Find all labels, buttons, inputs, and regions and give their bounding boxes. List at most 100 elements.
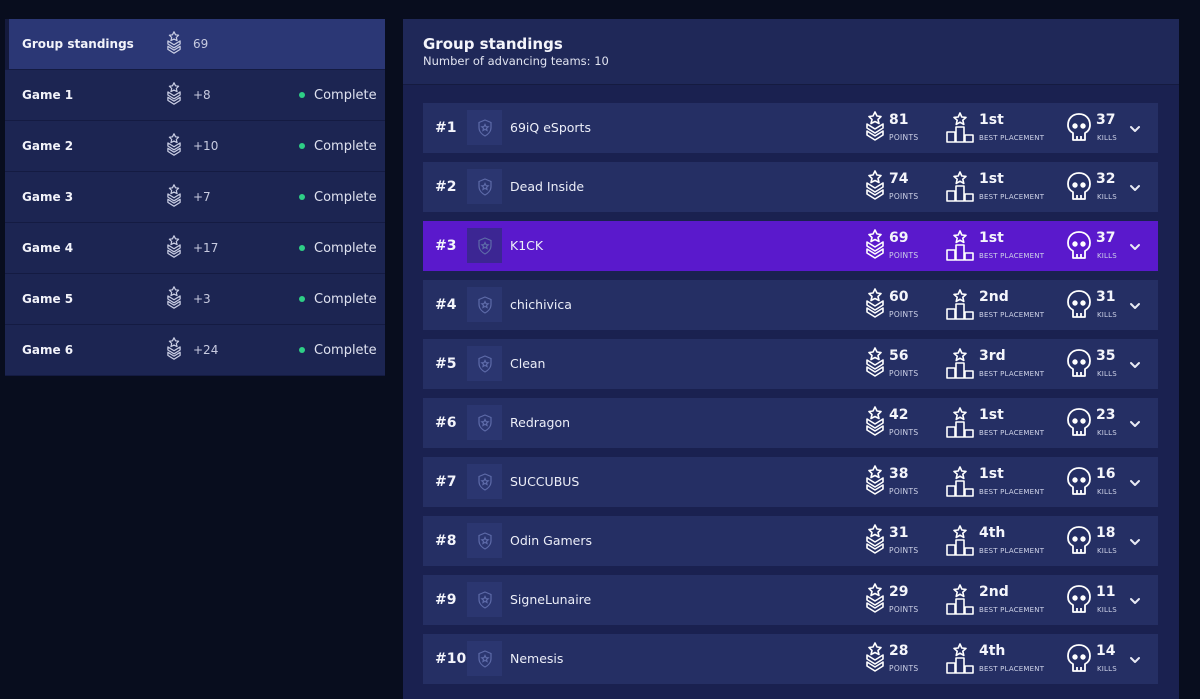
team-kills: 37 (1096, 112, 1116, 128)
status-dot-icon (299, 92, 305, 98)
team-row[interactable]: #7 SUCCUBUS 38 POINTS 1st BEST PLACEMENT… (423, 457, 1158, 507)
points-label: POINTS (889, 664, 919, 673)
team-row[interactable]: #9 SigneLunaire 29 POINTS 2nd BEST PLACE… (423, 575, 1158, 625)
sidebar-item-label: Game 1 (22, 88, 74, 102)
podium-icon (945, 289, 975, 321)
team-name: chichivica (510, 297, 572, 312)
sidebar-item-points: 69 (193, 37, 209, 51)
chevron-down-icon[interactable] (1128, 298, 1142, 312)
team-name: Dead Inside (510, 179, 585, 194)
team-row[interactable]: #1 69iQ eSports 81 POINTS 1st BEST PLACE… (423, 103, 1158, 153)
chevron-down-icon[interactable] (1128, 475, 1142, 489)
kills-label: KILLS (1097, 547, 1117, 555)
podium-icon (945, 643, 975, 675)
team-kills: 35 (1096, 348, 1116, 364)
chevron-down-icon[interactable] (1128, 593, 1142, 607)
sidebar-item-points: +17 (193, 241, 219, 255)
sidebar-item-label: Game 2 (22, 139, 74, 153)
kills-label: KILLS (1097, 488, 1117, 496)
team-points: 28 (889, 643, 909, 659)
sidebar-item-game-2[interactable]: Game 2 +10 Complete (5, 121, 385, 172)
status-text: Complete (314, 342, 377, 358)
team-rank: #10 (435, 651, 467, 667)
team-kills: 18 (1096, 525, 1116, 541)
best-placement-label: BEST PLACEMENT (979, 252, 1045, 260)
team-logo-shield-icon (467, 346, 502, 381)
chevron-down-icon[interactable] (1128, 239, 1142, 253)
podium-icon (945, 466, 975, 498)
sidebar-item-game-6[interactable]: Game 6 +24 Complete (5, 325, 385, 376)
team-name: Odin Gamers (510, 533, 593, 548)
chevron-down-icon[interactable] (1128, 416, 1142, 430)
kills-label: KILLS (1097, 606, 1117, 614)
podium-icon (945, 525, 975, 557)
kills-label: KILLS (1097, 252, 1117, 260)
team-points: 81 (889, 112, 909, 128)
status-badge: Complete (299, 241, 377, 256)
team-name: K1CK (510, 238, 544, 253)
sidebar-item-game-3[interactable]: Game 3 +7 Complete (5, 172, 385, 223)
kills-label: KILLS (1097, 311, 1117, 319)
team-row[interactable]: #3 K1CK 69 POINTS 1st BEST PLACEMENT 37 … (423, 221, 1158, 271)
team-logo-shield-icon (467, 464, 502, 499)
sidebar-item-game-1[interactable]: Game 1 +8 Complete (5, 70, 385, 121)
team-best-placement: 1st (979, 230, 1004, 246)
team-points: 38 (889, 466, 909, 482)
points-badge-icon (165, 82, 183, 108)
sidebar-item-game-5[interactable]: Game 5 +3 Complete (5, 274, 385, 325)
points-badge-icon (864, 524, 886, 558)
stage-sidebar: Group standings 69 Game 1 +8 Complete Ga… (5, 19, 385, 376)
team-row[interactable]: #4 chichivica 60 POINTS 2nd BEST PLACEME… (423, 280, 1158, 330)
points-label: POINTS (889, 605, 919, 614)
points-label: POINTS (889, 546, 919, 555)
best-placement-label: BEST PLACEMENT (979, 311, 1045, 319)
sidebar-item-label: Game 6 (22, 343, 74, 357)
team-rank: #6 (435, 415, 457, 431)
team-row[interactable]: #6 Redragon 42 POINTS 1st BEST PLACEMENT… (423, 398, 1158, 448)
podium-icon (945, 348, 975, 380)
points-badge-icon (165, 31, 183, 57)
team-rank: #1 (435, 120, 457, 136)
best-placement-label: BEST PLACEMENT (979, 193, 1045, 201)
panel-title: Group standings (423, 35, 563, 53)
sidebar-item-game-4[interactable]: Game 4 +17 Complete (5, 223, 385, 274)
standings-panel: Group standings Number of advancing team… (403, 19, 1179, 699)
sidebar-item-points: +3 (193, 292, 211, 306)
points-badge-icon (864, 229, 886, 263)
team-row[interactable]: #8 Odin Gamers 31 POINTS 4th BEST PLACEM… (423, 516, 1158, 566)
chevron-down-icon[interactable] (1128, 534, 1142, 548)
chevron-down-icon[interactable] (1128, 652, 1142, 666)
best-placement-label: BEST PLACEMENT (979, 370, 1045, 378)
points-label: POINTS (889, 251, 919, 260)
sidebar-item-label: Game 5 (22, 292, 74, 306)
points-badge-icon (165, 184, 183, 210)
team-row[interactable]: #2 Dead Inside 74 POINTS 1st BEST PLACEM… (423, 162, 1158, 212)
sidebar-item-group-standings[interactable]: Group standings 69 (5, 19, 385, 70)
kills-label: KILLS (1097, 665, 1117, 673)
points-badge-icon (864, 465, 886, 499)
team-name: 69iQ eSports (510, 120, 591, 135)
skull-icon (1066, 584, 1092, 616)
status-dot-icon (299, 245, 305, 251)
team-kills: 11 (1096, 584, 1116, 600)
team-row[interactable]: #5 Clean 56 POINTS 3rd BEST PLACEMENT 35… (423, 339, 1158, 389)
chevron-down-icon[interactable] (1128, 180, 1142, 194)
skull-icon (1066, 171, 1092, 203)
chevron-down-icon[interactable] (1128, 121, 1142, 135)
status-text: Complete (314, 138, 377, 154)
team-name: Redragon (510, 415, 571, 430)
team-best-placement: 2nd (979, 289, 1009, 305)
chevron-down-icon[interactable] (1128, 357, 1142, 371)
points-badge-icon (864, 347, 886, 381)
status-dot-icon (299, 143, 305, 149)
team-best-placement: 4th (979, 525, 1006, 541)
team-name: Nemesis (510, 651, 564, 666)
points-badge-icon (864, 583, 886, 617)
team-row[interactable]: #10 Nemesis 28 POINTS 4th BEST PLACEMENT… (423, 634, 1158, 684)
best-placement-label: BEST PLACEMENT (979, 665, 1045, 673)
points-badge-icon (165, 286, 183, 312)
status-dot-icon (299, 347, 305, 353)
team-best-placement: 1st (979, 171, 1004, 187)
team-rank: #4 (435, 297, 457, 313)
skull-icon (1066, 230, 1092, 262)
